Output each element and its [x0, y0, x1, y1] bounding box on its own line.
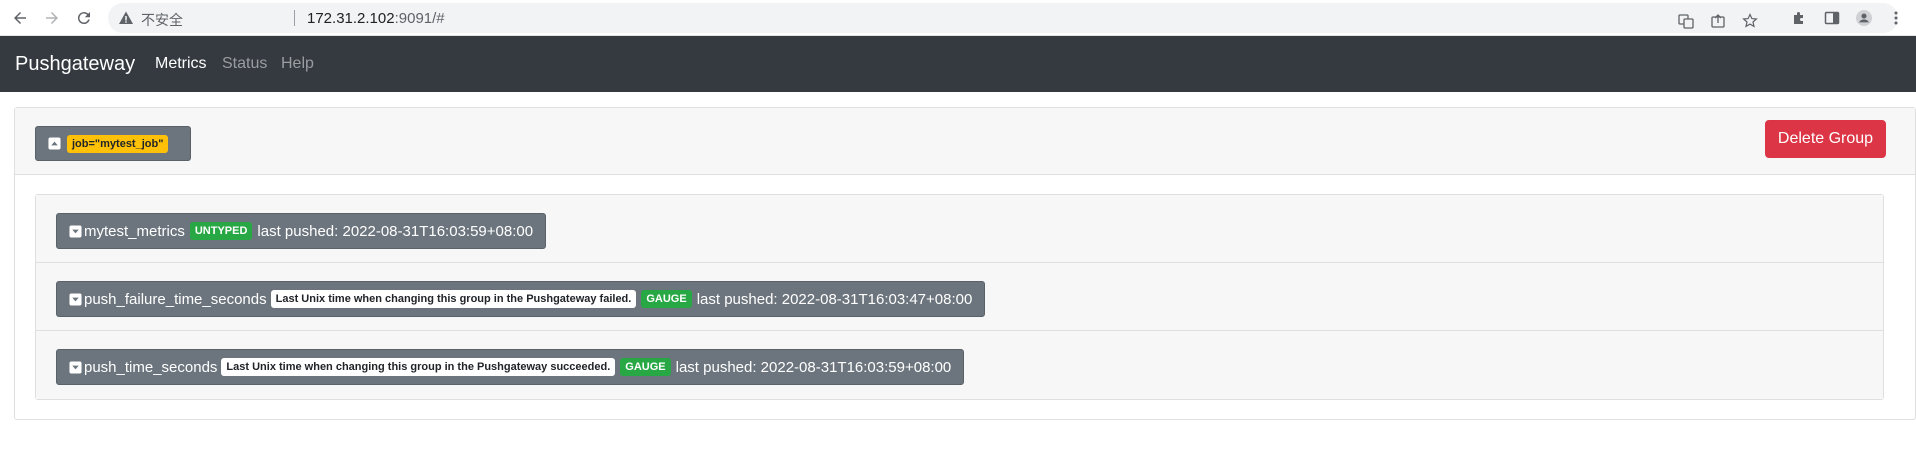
metric-help-badge: Last Unix time when changing this group …	[270, 290, 637, 308]
translate-button[interactable]	[1676, 11, 1696, 31]
address-divider	[294, 10, 295, 26]
puzzle-icon	[1794, 12, 1803, 24]
bookmark-button[interactable]	[1740, 11, 1760, 31]
security-label: 不安全	[141, 13, 183, 29]
metric-name: push_time_seconds	[84, 358, 218, 376]
metric-name: push_failure_time_seconds	[84, 290, 267, 308]
metric-type-badge: GAUGE	[641, 290, 692, 308]
last-pushed-text: last pushed: 2022-08-31T16:03:59+08:00	[675, 358, 952, 376]
back-button[interactable]	[8, 6, 32, 30]
metric-name: mytest_metrics	[84, 222, 185, 240]
nav-metrics[interactable]: Metrics	[155, 55, 207, 73]
forward-button[interactable]	[40, 6, 64, 30]
browser-toolbar: 不安全 172.31.2.102:9091/#	[0, 0, 1916, 36]
metric-type-badge: GAUGE	[620, 358, 671, 376]
expand-icon	[69, 224, 82, 238]
last-pushed-text: last pushed: 2022-08-31T16:03:59+08:00	[257, 222, 534, 240]
share-button[interactable]	[1708, 11, 1728, 31]
metric-type-badge: UNTYPED	[189, 222, 253, 240]
last-pushed-text: last pushed: 2022-08-31T16:03:47+08:00	[696, 290, 973, 308]
warning-icon	[119, 11, 133, 24]
brand-logo[interactable]: Pushgateway	[15, 53, 135, 76]
group-header: job="mytest_job" Delete Group	[15, 108, 1915, 175]
star-icon	[1742, 13, 1758, 28]
app-navbar: Pushgateway Metrics Status Help	[0, 36, 1916, 92]
collapse-icon	[48, 137, 61, 150]
expand-icon	[69, 292, 82, 306]
metric-row: push_failure_time_seconds Last Unix time…	[36, 263, 1883, 331]
url-text[interactable]: 172.31.2.102:9091/#	[307, 10, 445, 27]
metrics-list: mytest_metrics UNTYPED last pushed: 2022…	[35, 194, 1884, 400]
metric-toggle-button[interactable]: push_time_seconds Last Unix time when ch…	[56, 349, 965, 385]
profile-button[interactable]	[1854, 8, 1874, 28]
url-host: 172.31.2.102	[307, 10, 395, 27]
group-toggle-button[interactable]: job="mytest_job"	[35, 126, 191, 161]
share-icon	[1711, 14, 1725, 28]
extensions-button[interactable]	[1789, 8, 1809, 28]
reload-icon	[77, 12, 90, 25]
arrow-right-icon	[46, 12, 58, 24]
arrow-left-icon	[14, 12, 26, 24]
metric-row: push_time_seconds Last Unix time when ch…	[36, 331, 1883, 399]
reload-button[interactable]	[72, 6, 96, 30]
address-bar[interactable]: 不安全 172.31.2.102:9091/#	[108, 3, 1898, 33]
url-path: :9091/#	[394, 10, 445, 27]
side-panel-icon	[1824, 11, 1840, 25]
nav-status[interactable]: Status	[222, 55, 267, 73]
menu-button[interactable]	[1886, 8, 1906, 28]
metric-toggle-button[interactable]: mytest_metrics UNTYPED last pushed: 2022…	[56, 213, 547, 249]
metric-row: mytest_metrics UNTYPED last pushed: 2022…	[36, 195, 1883, 263]
side-panel-button[interactable]	[1822, 8, 1842, 28]
expand-icon	[69, 360, 82, 374]
nav-help[interactable]: Help	[281, 55, 314, 73]
kebab-menu-icon	[1894, 11, 1898, 25]
delete-group-button[interactable]: Delete Group	[1765, 120, 1886, 158]
metric-help-badge: Last Unix time when changing this group …	[221, 358, 616, 376]
metric-toggle-button[interactable]: push_failure_time_seconds Last Unix time…	[56, 281, 986, 317]
metric-group-card: job="mytest_job" Delete Group mytest_met…	[14, 107, 1916, 420]
translate-icon	[1678, 14, 1694, 29]
avatar-icon	[1856, 10, 1872, 26]
job-label-badge: job="mytest_job"	[67, 134, 169, 153]
